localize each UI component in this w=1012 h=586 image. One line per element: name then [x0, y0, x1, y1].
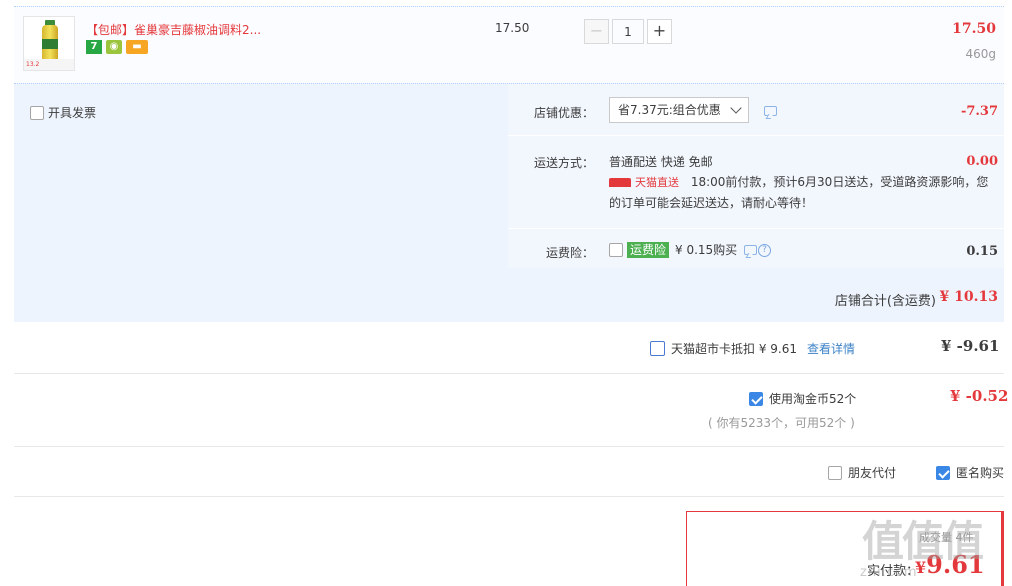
divider [14, 373, 1004, 374]
taojinbi-amount: ¥ -0.52 [950, 387, 1009, 405]
promo-icons: 7 ◉ ▬ [86, 40, 148, 54]
shipping-row: 运送方式： 普通配送 快递 免邮 天猫直送 18:00前付款，预计6月30日送达… [508, 136, 1004, 228]
line-total: 17.50 [952, 21, 996, 37]
product-title-link[interactable]: 【包邮】雀巢豪吉藤椒油调料2... [86, 21, 261, 38]
taojinbi-row: 使用淘金币52个 [749, 390, 856, 407]
shipping-amount: 0.00 [966, 154, 998, 169]
friend-pay-option[interactable]: 朋友代付 [828, 464, 896, 481]
insurance-amount: 0.15 [966, 244, 998, 259]
supermarket-card-amount: ¥ -9.61 [941, 337, 1000, 355]
taojinbi-note: ( 你有5233个，可用52个 ) [708, 416, 855, 430]
view-details-link[interactable]: 查看详情 [807, 340, 855, 357]
shop-options-area: 开具发票 店铺优惠： 省7.37元:组合优惠 -7.37 运送方式： 普通配送 … [14, 83, 1004, 322]
friend-pay-label: 朋友代付 [848, 466, 897, 480]
invoice-checkbox[interactable] [30, 105, 44, 120]
shop-order-panel: 店铺优惠： 省7.37元:组合优惠 -7.37 运送方式： 普通配送 快递 免邮… [508, 84, 1004, 268]
tmall-direct-label: 天猫直送 [635, 176, 679, 189]
shop-total-row: 店铺合计(含运费) ¥ 10.13 [14, 268, 1004, 322]
product-thumbnail[interactable]: 13.2 [23, 16, 75, 71]
insurance-row: 运费险： 运费险 ¥ 0.15购买 ? 0.15 [508, 228, 1004, 268]
shop-discount-label: 店铺优惠： [533, 106, 594, 120]
insurance-option[interactable]: 运费险 ¥ 0.15购买 [609, 241, 737, 258]
guarantee-icon[interactable]: ◉ [106, 40, 122, 54]
seven-day-return-icon[interactable]: 7 [86, 40, 102, 54]
card-pay-icon[interactable]: ▬ [126, 40, 148, 54]
shipping-info: 普通配送 快递 免邮 天猫直送 18:00前付款，预计6月30日送达，受道路资源… [609, 152, 999, 213]
shop-total-label: 店铺合计(含运费) [834, 294, 936, 309]
watermark-logo: 值值值 [862, 517, 984, 566]
quantity-stepper: − 1 + [584, 19, 672, 44]
shop-discount-row: 店铺优惠： 省7.37元:组合优惠 -7.37 [508, 84, 1004, 136]
thumb-price-tag: 13.2 [24, 59, 74, 70]
anonymous-label: 匿名购买 [956, 466, 1005, 480]
shop-discount-amount: -7.37 [960, 104, 998, 119]
chevron-down-icon [730, 102, 742, 114]
taojinbi-checkbox[interactable] [749, 391, 763, 406]
supermarket-card-row: 天猫超市卡抵扣 ¥ 9.61 查看详情 [650, 340, 855, 357]
insurance-badge: 运费险 [627, 241, 670, 258]
quantity-input[interactable]: 1 [612, 19, 644, 44]
taojinbi-label: 使用淘金币52个 [769, 392, 857, 406]
shop-discount-select[interactable]: 省7.37元:组合优惠 [609, 97, 749, 123]
divider [14, 496, 1004, 497]
quantity-plus-button[interactable]: + [647, 19, 672, 44]
unit-price: 17.50 [495, 21, 530, 35]
anonymous-checkbox[interactable] [936, 465, 950, 480]
watermark-url: zhi.com [860, 565, 918, 580]
shipping-method: 普通配送 快递 免邮 [609, 155, 713, 169]
shop-discount-selected: 省7.37元:组合优惠 [618, 103, 721, 117]
friend-pay-checkbox[interactable] [828, 465, 842, 480]
shop-total-amount: ¥ 10.13 [939, 289, 998, 305]
help-icon[interactable]: ? [758, 244, 771, 257]
message-icon[interactable] [744, 245, 757, 255]
shipping-label: 运送方式： [533, 156, 594, 170]
shipping-notice-line: 天猫直送 18:00前付款，预计6月30日送达，受道路资源影响，您的订单可能会延… [609, 172, 999, 213]
invoice-label: 开具发票 [48, 106, 97, 120]
product-weight: 460g [965, 47, 996, 61]
bottle-label [42, 39, 58, 49]
tmall-cat-icon [609, 178, 631, 187]
message-icon[interactable] [764, 106, 777, 116]
product-row: 13.2 【包邮】雀巢豪吉藤椒油调料2... 7 ◉ ▬ 17.50 − 1 +… [14, 6, 1004, 83]
invoice-option[interactable]: 开具发票 [30, 104, 96, 121]
supermarket-card-checkbox[interactable] [650, 341, 665, 356]
quantity-minus-button[interactable]: − [584, 19, 609, 44]
insurance-checkbox[interactable] [609, 242, 623, 257]
supermarket-card-label: 天猫超市卡抵扣 ¥ 9.61 [671, 342, 797, 356]
divider [14, 446, 1004, 447]
insurance-price: ¥ 0.15购买 [675, 243, 738, 257]
insurance-label: 运费险： [545, 246, 594, 260]
anonymous-option[interactable]: 匿名购买 [936, 464, 1004, 481]
